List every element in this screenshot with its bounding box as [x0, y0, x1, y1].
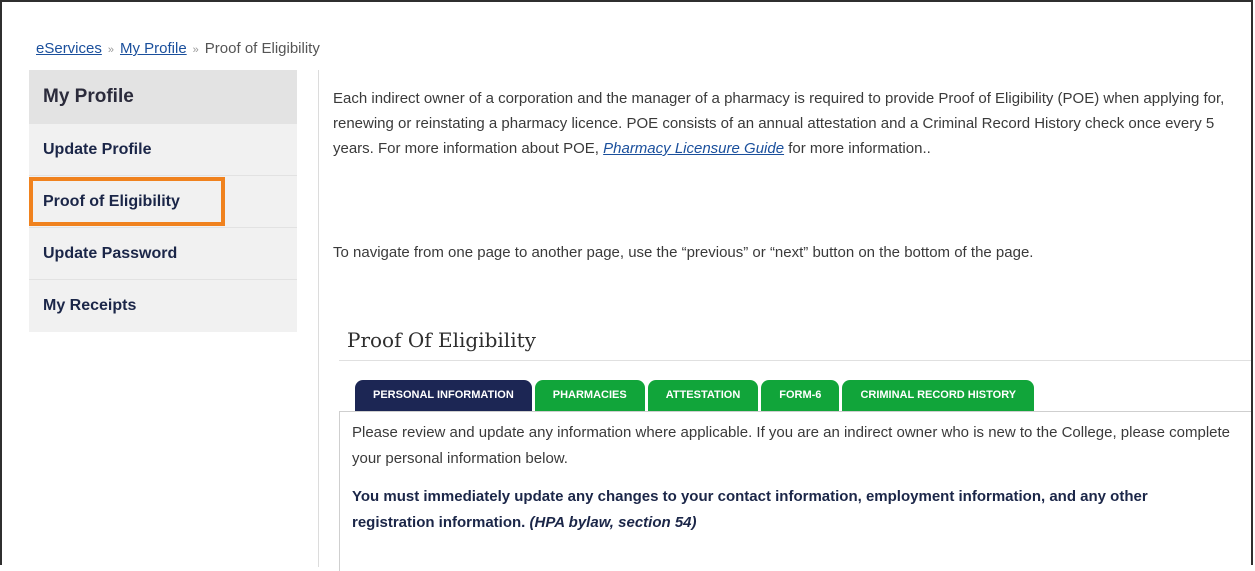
sidebar-title: My Profile	[29, 70, 297, 124]
navigation-note: To navigate from one page to another pag…	[333, 244, 1034, 261]
main-content: Each indirect owner of a corporation and…	[318, 70, 1255, 571]
tab-panel: Please review and update any information…	[339, 411, 1251, 571]
pharmacy-licensure-guide-link[interactable]: Pharmacy Licensure Guide	[603, 140, 784, 157]
sidebar-item-update-profile[interactable]: Update Profile	[29, 124, 297, 176]
section-title: Proof Of Eligibility	[347, 328, 536, 352]
tab-bar: PERSONAL INFORMATION PHARMACIES ATTESTAT…	[355, 379, 1037, 411]
breadcrumb-current: Proof of Eligibility	[204, 40, 320, 57]
page-frame: eServices » My Profile » Proof of Eligibilit…	[0, 0, 1255, 571]
breadcrumb-separator: »	[107, 44, 114, 56]
breadcrumb-link-my-profile[interactable]: My Profile	[120, 40, 187, 57]
tab-personal-information[interactable]: PERSONAL INFORMATION	[355, 380, 532, 411]
panel-instructions: Please review and update any information…	[352, 424, 1231, 467]
sidebar: My Profile Update Profile Proof of Eligi…	[29, 70, 297, 332]
panel-notice: You must immediately update any changes …	[352, 484, 1232, 536]
tab-criminal-record-history[interactable]: CRIMINAL RECORD HISTORY	[842, 380, 1035, 411]
sidebar-item-proof-of-eligibility[interactable]: Proof of Eligibility	[29, 176, 297, 228]
breadcrumb-separator: »	[192, 44, 199, 56]
tab-pharmacies[interactable]: PHARMACIES	[534, 380, 645, 411]
breadcrumb: eServices » My Profile » Proof of Eligibilit…	[36, 40, 320, 57]
sidebar-item-update-password[interactable]: Update Password	[29, 228, 297, 280]
breadcrumb-link-eservices[interactable]: eServices	[36, 40, 102, 57]
tab-form-6[interactable]: FORM-6	[761, 380, 840, 411]
intro-text-end: for more information..	[784, 140, 931, 157]
sidebar-item-my-receipts[interactable]: My Receipts	[29, 280, 297, 332]
intro-paragraph: Each indirect owner of a corporation and…	[333, 86, 1233, 161]
tab-attestation[interactable]: ATTESTATION	[647, 380, 759, 411]
section-divider	[339, 360, 1251, 361]
panel-notice-text: You must immediately update any changes …	[352, 488, 1148, 531]
panel-notice-reference: (HPA bylaw, section 54)	[529, 514, 697, 531]
